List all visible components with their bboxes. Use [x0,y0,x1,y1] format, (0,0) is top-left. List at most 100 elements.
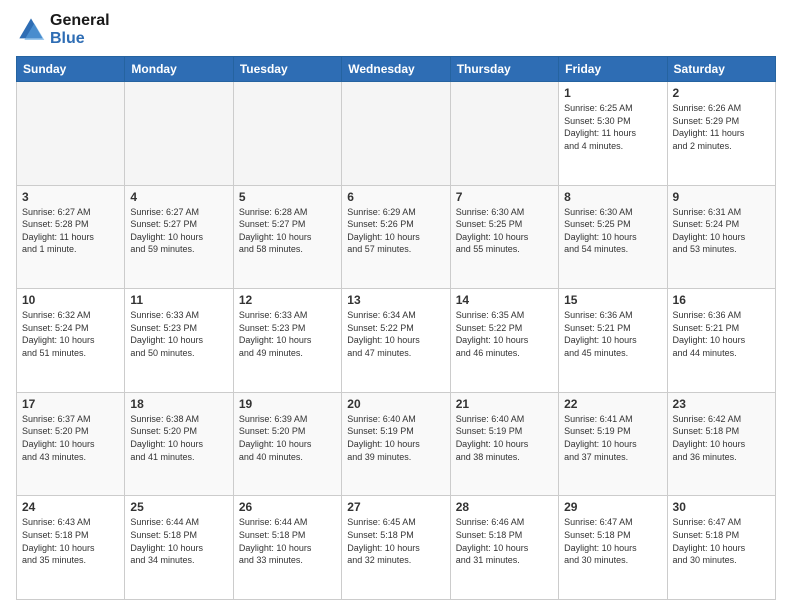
calendar-cell: 20 Sunrise: 6:40 AM Sunset: 5:19 PM Dayli… [342,392,450,496]
day-number: 28 [456,500,553,514]
day-number: 3 [22,190,119,204]
calendar-cell: 16 Sunrise: 6:36 AM Sunset: 5:21 PM Dayli… [667,289,775,393]
calendar-cell: 23 Sunrise: 6:42 AM Sunset: 5:18 PM Dayli… [667,392,775,496]
day-number: 2 [673,86,770,100]
day-info: Sunrise: 6:36 AM Sunset: 5:21 PM Dayligh… [673,309,770,359]
day-info: Sunrise: 6:30 AM Sunset: 5:25 PM Dayligh… [564,206,661,256]
day-info: Sunrise: 6:26 AM Sunset: 5:29 PM Dayligh… [673,102,770,152]
calendar-cell: 2 Sunrise: 6:26 AM Sunset: 5:29 PM Daylig… [667,82,775,186]
day-info: Sunrise: 6:28 AM Sunset: 5:27 PM Dayligh… [239,206,336,256]
day-number: 27 [347,500,444,514]
weekday-wednesday: Wednesday [342,57,450,82]
day-info: Sunrise: 6:34 AM Sunset: 5:22 PM Dayligh… [347,309,444,359]
day-number: 25 [130,500,227,514]
day-info: Sunrise: 6:42 AM Sunset: 5:18 PM Dayligh… [673,413,770,463]
day-info: Sunrise: 6:46 AM Sunset: 5:18 PM Dayligh… [456,516,553,566]
day-number: 8 [564,190,661,204]
day-info: Sunrise: 6:44 AM Sunset: 5:18 PM Dayligh… [130,516,227,566]
day-info: Sunrise: 6:47 AM Sunset: 5:18 PM Dayligh… [564,516,661,566]
calendar-cell [233,82,341,186]
day-number: 4 [130,190,227,204]
calendar-cell: 11 Sunrise: 6:33 AM Sunset: 5:23 PM Dayli… [125,289,233,393]
day-number: 16 [673,293,770,307]
calendar-cell [450,82,558,186]
day-number: 12 [239,293,336,307]
day-number: 23 [673,397,770,411]
weekday-friday: Friday [559,57,667,82]
calendar-cell: 28 Sunrise: 6:46 AM Sunset: 5:18 PM Dayli… [450,496,558,600]
day-number: 24 [22,500,119,514]
day-number: 20 [347,397,444,411]
day-number: 11 [130,293,227,307]
day-info: Sunrise: 6:30 AM Sunset: 5:25 PM Dayligh… [456,206,553,256]
day-info: Sunrise: 6:36 AM Sunset: 5:21 PM Dayligh… [564,309,661,359]
day-number: 7 [456,190,553,204]
calendar-cell: 17 Sunrise: 6:37 AM Sunset: 5:20 PM Dayli… [17,392,125,496]
day-info: Sunrise: 6:40 AM Sunset: 5:19 PM Dayligh… [347,413,444,463]
day-info: Sunrise: 6:44 AM Sunset: 5:18 PM Dayligh… [239,516,336,566]
week-row-3: 10 Sunrise: 6:32 AM Sunset: 5:24 PM Dayli… [17,289,776,393]
day-number: 13 [347,293,444,307]
calendar-cell: 27 Sunrise: 6:45 AM Sunset: 5:18 PM Dayli… [342,496,450,600]
day-number: 14 [456,293,553,307]
logo-text: General Blue [50,12,110,48]
week-row-5: 24 Sunrise: 6:43 AM Sunset: 5:18 PM Dayli… [17,496,776,600]
week-row-4: 17 Sunrise: 6:37 AM Sunset: 5:20 PM Dayli… [17,392,776,496]
calendar-cell: 24 Sunrise: 6:43 AM Sunset: 5:18 PM Dayli… [17,496,125,600]
calendar-cell: 6 Sunrise: 6:29 AM Sunset: 5:26 PM Daylig… [342,185,450,289]
calendar-cell [342,82,450,186]
calendar-cell: 8 Sunrise: 6:30 AM Sunset: 5:25 PM Daylig… [559,185,667,289]
week-row-2: 3 Sunrise: 6:27 AM Sunset: 5:28 PM Daylig… [17,185,776,289]
day-info: Sunrise: 6:31 AM Sunset: 5:24 PM Dayligh… [673,206,770,256]
day-info: Sunrise: 6:29 AM Sunset: 5:26 PM Dayligh… [347,206,444,256]
day-info: Sunrise: 6:27 AM Sunset: 5:27 PM Dayligh… [130,206,227,256]
day-number: 1 [564,86,661,100]
day-info: Sunrise: 6:25 AM Sunset: 5:30 PM Dayligh… [564,102,661,152]
day-number: 26 [239,500,336,514]
calendar-cell: 10 Sunrise: 6:32 AM Sunset: 5:24 PM Dayli… [17,289,125,393]
calendar-cell: 15 Sunrise: 6:36 AM Sunset: 5:21 PM Dayli… [559,289,667,393]
weekday-sunday: Sunday [17,57,125,82]
calendar-cell: 12Sunrise: 6:33 AM Sunset: 5:23 PM Dayli… [233,289,341,393]
day-info: Sunrise: 6:27 AM Sunset: 5:28 PM Dayligh… [22,206,119,256]
calendar-cell: 13 Sunrise: 6:34 AM Sunset: 5:22 PM Dayli… [342,289,450,393]
header: General Blue [16,12,776,48]
calendar-cell: 25 Sunrise: 6:44 AM Sunset: 5:18 PM Dayli… [125,496,233,600]
calendar-cell: 1 Sunrise: 6:25 AM Sunset: 5:30 PM Daylig… [559,82,667,186]
day-info: Sunrise: 6:32 AM Sunset: 5:24 PM Dayligh… [22,309,119,359]
day-number: 30 [673,500,770,514]
calendar-cell [17,82,125,186]
week-row-1: 1 Sunrise: 6:25 AM Sunset: 5:30 PM Daylig… [17,82,776,186]
day-number: 18 [130,397,227,411]
day-info: Sunrise: 6:47 AM Sunset: 5:18 PM Dayligh… [673,516,770,566]
day-info: Sunrise: 6:37 AM Sunset: 5:20 PM Dayligh… [22,413,119,463]
day-number: 22 [564,397,661,411]
day-number: 9 [673,190,770,204]
day-number: 21 [456,397,553,411]
calendar-cell: 14Sunrise: 6:35 AM Sunset: 5:22 PM Dayli… [450,289,558,393]
calendar-cell: 19Sunrise: 6:39 AM Sunset: 5:20 PM Dayli… [233,392,341,496]
calendar-cell: 5 Sunrise: 6:28 AM Sunset: 5:27 PM Daylig… [233,185,341,289]
day-info: Sunrise: 6:40 AM Sunset: 5:19 PM Dayligh… [456,413,553,463]
day-number: 29 [564,500,661,514]
calendar-cell: 18Sunrise: 6:38 AM Sunset: 5:20 PM Dayli… [125,392,233,496]
day-info: Sunrise: 6:33 AM Sunset: 5:23 PM Dayligh… [130,309,227,359]
day-number: 5 [239,190,336,204]
calendar-cell: 4 Sunrise: 6:27 AM Sunset: 5:27 PM Daylig… [125,185,233,289]
weekday-saturday: Saturday [667,57,775,82]
day-info: Sunrise: 6:43 AM Sunset: 5:18 PM Dayligh… [22,516,119,566]
calendar-cell [125,82,233,186]
day-number: 10 [22,293,119,307]
calendar-cell: 22Sunrise: 6:41 AM Sunset: 5:19 PM Dayli… [559,392,667,496]
day-number: 17 [22,397,119,411]
day-number: 6 [347,190,444,204]
calendar-table: SundayMondayTuesdayWednesdayThursdayFrid… [16,56,776,600]
weekday-thursday: Thursday [450,57,558,82]
logo: General Blue [16,12,110,48]
day-number: 15 [564,293,661,307]
logo-icon [16,15,46,45]
calendar-cell: 9 Sunrise: 6:31 AM Sunset: 5:24 PM Daylig… [667,185,775,289]
day-info: Sunrise: 6:45 AM Sunset: 5:18 PM Dayligh… [347,516,444,566]
weekday-monday: Monday [125,57,233,82]
day-number: 19 [239,397,336,411]
